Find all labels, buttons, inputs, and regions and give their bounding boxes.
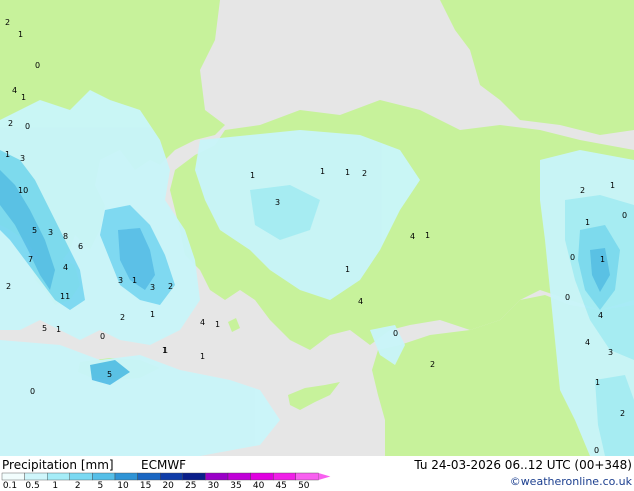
scale-swatch bbox=[114, 472, 138, 481]
station-value: 1 bbox=[585, 218, 590, 227]
station-value: 1 bbox=[18, 30, 23, 39]
scale-swatch bbox=[47, 472, 71, 481]
station-value: 2 bbox=[430, 360, 435, 369]
model-name: ECMWF bbox=[141, 458, 187, 472]
station-value: 0 bbox=[622, 211, 627, 220]
scale-swatch bbox=[92, 472, 116, 481]
station-value: 2 bbox=[362, 169, 367, 178]
station-value: 5 bbox=[107, 370, 112, 379]
scale-swatch bbox=[69, 472, 93, 481]
station-value: 1 bbox=[162, 346, 167, 355]
precipitation-map: 210412 01 3105 378461125 13 13 24 12 1011131 1 24 1… bbox=[0, 0, 634, 456]
scale-swatch bbox=[137, 472, 161, 481]
station-value: 4 bbox=[63, 263, 68, 272]
station-value: 4 bbox=[200, 318, 205, 327]
scale-swatch bbox=[182, 472, 206, 481]
station-value: 1 bbox=[250, 171, 255, 180]
station-value: 1 bbox=[132, 276, 137, 285]
station-value: 0 bbox=[35, 61, 40, 70]
station-value: 3 bbox=[150, 283, 155, 292]
station-value: 3 bbox=[118, 276, 123, 285]
station-value: 1 bbox=[610, 181, 615, 190]
station-value: 0 bbox=[30, 387, 35, 396]
scale-swatch bbox=[24, 472, 48, 481]
station-value: 3 bbox=[275, 198, 280, 207]
scale-swatch bbox=[159, 472, 183, 481]
station-value: 5 bbox=[32, 226, 37, 235]
station-value: 10 bbox=[18, 186, 28, 195]
station-value: 2 bbox=[6, 282, 11, 291]
station-value: 0 bbox=[570, 253, 575, 262]
station-value: 1 bbox=[215, 320, 220, 329]
legend-title: Precipitation [mm] bbox=[2, 458, 114, 472]
credit-link[interactable]: ©weatheronline.co.uk bbox=[510, 475, 632, 488]
station-value: 0 bbox=[393, 329, 398, 338]
station-value: 3 bbox=[48, 228, 53, 237]
scale-swatch bbox=[295, 472, 319, 481]
station-value: 1 bbox=[56, 325, 61, 334]
scale-swatch bbox=[250, 472, 274, 481]
station-value: 4 bbox=[358, 297, 363, 306]
scale-arrow bbox=[318, 473, 331, 480]
station-value: 4 bbox=[585, 338, 590, 347]
station-value: 1 bbox=[600, 255, 605, 264]
station-value: 6 bbox=[78, 242, 83, 251]
station-value: 2 bbox=[120, 313, 125, 322]
station-value: 0 bbox=[594, 446, 599, 455]
scale-swatch bbox=[205, 472, 229, 481]
station-value: 8 bbox=[63, 232, 68, 241]
station-value: 1 bbox=[345, 265, 350, 274]
station-value: 0 bbox=[565, 293, 570, 302]
station-value: 1 bbox=[345, 168, 350, 177]
scale-swatch bbox=[273, 472, 297, 481]
station-value: 1 bbox=[595, 378, 600, 387]
station-value: 4 bbox=[598, 311, 603, 320]
station-value: 2 bbox=[620, 409, 625, 418]
station-value: 11 bbox=[60, 292, 70, 301]
station-value: 5 bbox=[42, 324, 47, 333]
station-value: 1 bbox=[21, 93, 26, 102]
forecast-datetime: Tu 24-03-2026 06..12 UTC (00+348) bbox=[414, 458, 632, 472]
station-value: 3 bbox=[608, 348, 613, 357]
station-value: 1 bbox=[320, 167, 325, 176]
station-value: 1 bbox=[425, 231, 430, 240]
station-value: 2 bbox=[5, 18, 10, 27]
station-value: 4 bbox=[12, 86, 17, 95]
station-value: 1 bbox=[5, 150, 10, 159]
station-value: 3 bbox=[20, 154, 25, 163]
scale-swatch bbox=[227, 472, 251, 481]
station-value: 2 bbox=[8, 119, 13, 128]
station-value: 2 bbox=[168, 282, 173, 291]
station-value: 0 bbox=[25, 122, 30, 131]
station-value: 7 bbox=[28, 255, 33, 264]
station-value: 1 bbox=[200, 352, 205, 361]
scale-swatch bbox=[1, 472, 25, 481]
station-value: 1 bbox=[150, 310, 155, 319]
station-value: 4 bbox=[410, 232, 415, 241]
station-value: 2 bbox=[580, 186, 585, 195]
station-value: 0 bbox=[100, 332, 105, 341]
